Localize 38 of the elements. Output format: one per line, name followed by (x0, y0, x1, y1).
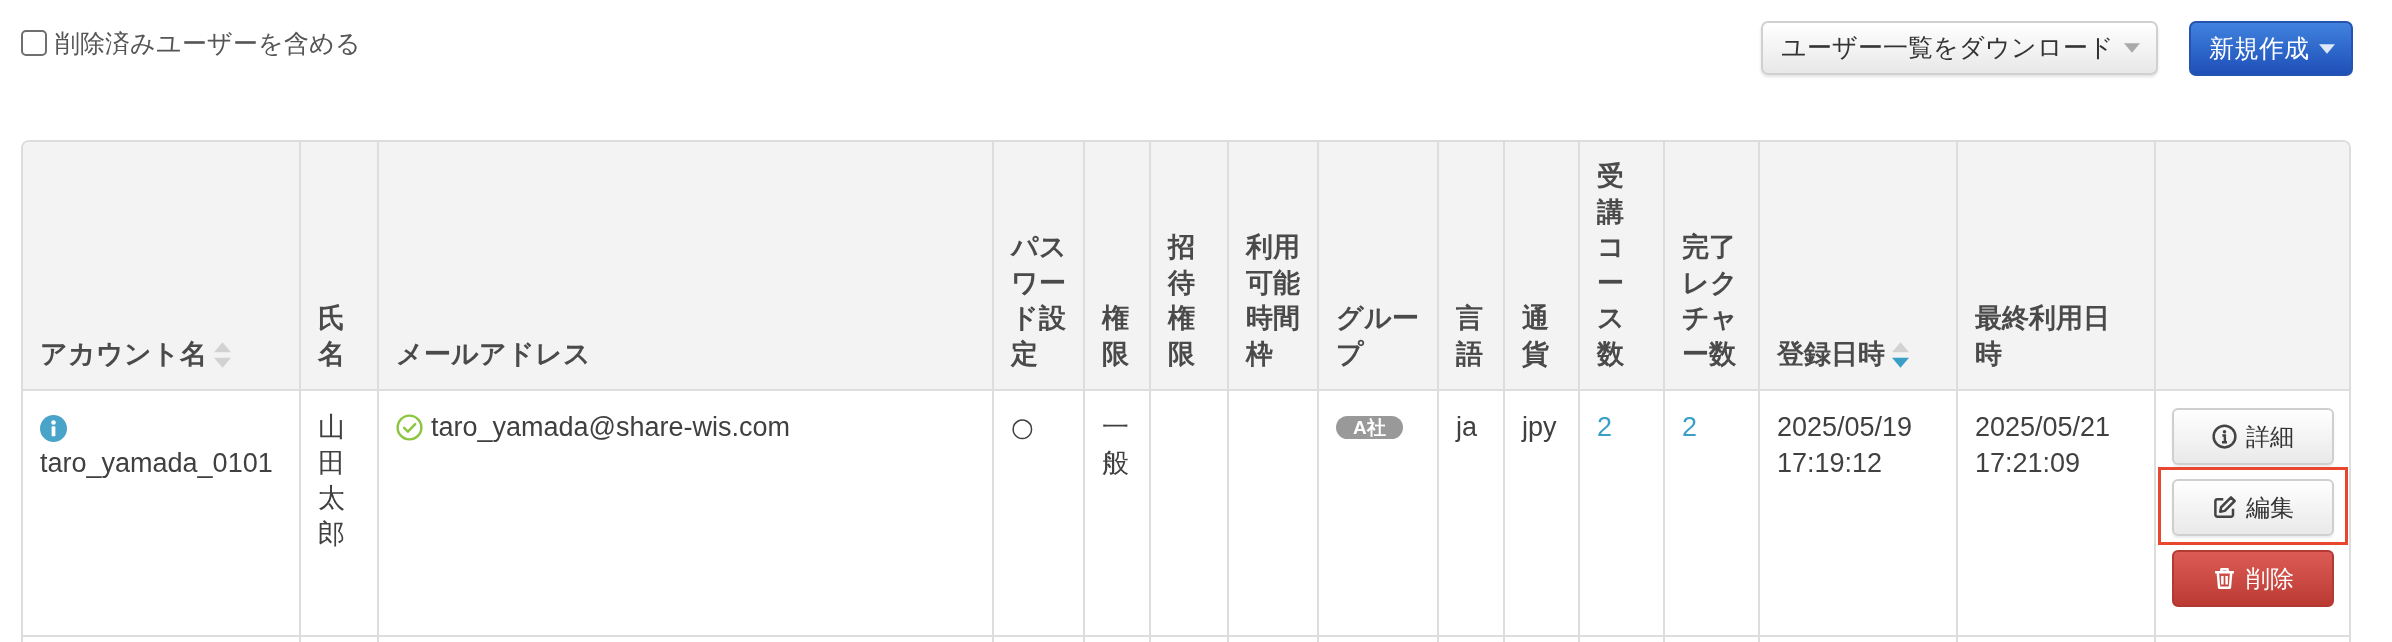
column-header: 言語 (1456, 302, 1484, 371)
trash-icon (2212, 566, 2237, 591)
download-button[interactable]: ユーザー一覧をダウンロード (1761, 21, 2158, 75)
column-header: 完了レクチャー数 (1682, 231, 1738, 371)
caret-icon (2124, 43, 2140, 53)
column-header: 最終利用日時 (1975, 302, 2111, 371)
password-status: ○ (1011, 411, 1034, 444)
include-deleted-label: 削除済みユーザーを含める (55, 28, 361, 59)
role-text: 一般 (1102, 411, 1130, 480)
column-header: 受講コース数 (1597, 160, 1626, 371)
column-header: パスワード設定 (1011, 231, 1067, 371)
full-name: 山田太郎 (318, 411, 346, 551)
new-button[interactable]: 新規作成 (2189, 21, 2353, 76)
edit-button[interactable]: 編集 (2172, 479, 2334, 536)
info-circle-icon (2212, 424, 2237, 449)
caret-icon (2319, 43, 2335, 54)
delete-button[interactable]: 削除 (2172, 550, 2334, 607)
registered-date: 2025/05/19 17:19:12 (1777, 411, 1914, 480)
column-header[interactable]: 登録日時 (1777, 336, 1909, 372)
include-deleted-checkbox[interactable] (21, 30, 47, 56)
column-header: 権限 (1102, 302, 1130, 371)
column-header: 利用可能時間枠 (1246, 231, 1301, 371)
language-code: ja (1456, 411, 1477, 444)
sort-icon[interactable] (1892, 342, 1909, 369)
last-used-date: 2025/05/21 17:21:09 (1975, 411, 2112, 480)
column-header: 招待権限 (1168, 231, 1196, 371)
pencil-square-icon (2212, 495, 2237, 520)
account-name: taro_yamada_0101 (40, 447, 273, 480)
column-header[interactable]: アカウント名 (40, 336, 231, 372)
column-header: メールアドレス (396, 337, 591, 371)
detail-button[interactable]: 詳細 (2172, 408, 2334, 465)
column-header: 通貨 (1522, 302, 1550, 371)
info-icon[interactable] (40, 415, 67, 442)
group-badge: A社 (1336, 416, 1403, 439)
email-address: taro_yamada@share-wis.com (431, 411, 791, 444)
column-header: 氏名 (318, 302, 346, 371)
column-header: グループ (1336, 302, 1420, 371)
currency-code: jpy (1522, 411, 1557, 444)
